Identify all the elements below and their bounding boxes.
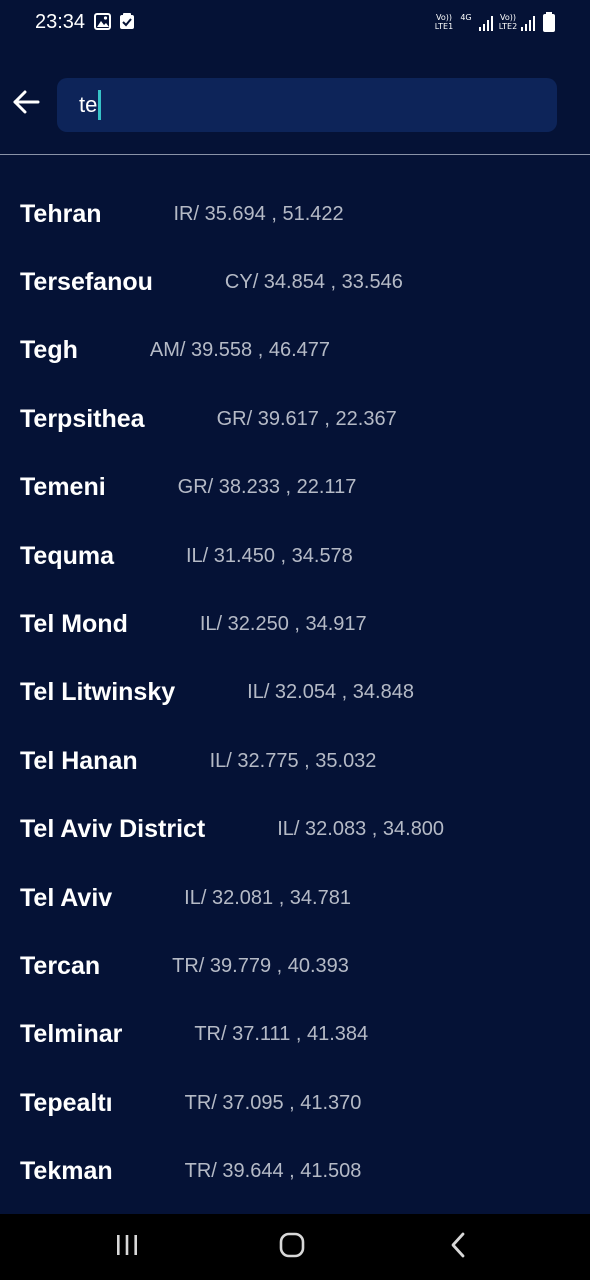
city-coordinates: IL/ 32.081 , 34.781	[184, 886, 351, 909]
city-coordinates: TR/ 39.644 , 41.508	[184, 1160, 362, 1183]
status-time: 23:34	[35, 11, 86, 33]
nav-back-button[interactable]	[418, 1214, 498, 1280]
city-name: Tel Hanan	[20, 746, 138, 775]
city-coordinates: TR/ 37.095 , 41.370	[184, 1091, 362, 1114]
back-button[interactable]	[8, 84, 44, 124]
city-name: Tersefanou	[20, 268, 153, 297]
sim2-label: Vo)) LTE2	[498, 13, 518, 31]
results-list: Tehran IR/ 35.694 , 51.422 Tersefanou CY…	[0, 180, 590, 1206]
signal-icon-sim1	[478, 14, 494, 37]
city-name: Tel Mond	[20, 610, 128, 639]
system-nav-bar	[0, 1214, 590, 1280]
city-name: Tekman	[20, 1157, 113, 1186]
city-coordinates: IL/ 32.250 , 34.917	[199, 613, 367, 636]
result-item-tekman[interactable]: Tekman TR/ 39.644 , 41.508	[0, 1137, 590, 1205]
network-type-label: 4G	[460, 13, 472, 22]
result-item-tel-aviv[interactable]: Tel Aviv IL/ 32.081 , 34.781	[0, 864, 590, 932]
signal-icon-sim2	[520, 14, 536, 37]
city-name: Tercan	[20, 951, 101, 980]
city-name: Tequma	[20, 541, 114, 570]
city-name: Terpsithea	[20, 404, 145, 433]
chevron-left-icon	[448, 1232, 468, 1263]
result-item-tercan[interactable]: Tercan TR/ 39.779 , 40.393	[0, 932, 590, 1000]
home-button[interactable]	[252, 1214, 332, 1280]
city-coordinates: IL/ 32.083 , 34.800	[277, 818, 445, 841]
result-item-tel-mond[interactable]: Tel Mond IL/ 32.250 , 34.917	[0, 590, 590, 658]
result-item-terpsithea[interactable]: Terpsithea GR/ 39.617 , 22.367	[0, 385, 590, 453]
check-notification-icon	[119, 13, 135, 35]
recent-apps-button[interactable]	[87, 1214, 167, 1280]
status-bar: 23:34 Vo)) LTE1 4G Vo)) LTE2	[0, 0, 590, 48]
city-name: Tehran	[20, 199, 102, 228]
city-coordinates: CY/ 34.854 , 33.546	[224, 271, 403, 294]
search-query-text: te	[79, 92, 98, 117]
recent-apps-icon	[114, 1233, 140, 1262]
home-icon	[278, 1231, 306, 1264]
result-item-tehran[interactable]: Tehran IR/ 35.694 , 51.422	[0, 180, 590, 248]
city-name: Tel Aviv District	[20, 815, 206, 844]
sim1-label: Vo)) LTE1	[434, 13, 454, 31]
result-item-tel-hanan[interactable]: Tel Hanan IL/ 32.775 , 35.032	[0, 727, 590, 795]
battery-icon	[543, 12, 555, 37]
city-name: Temeni	[20, 473, 106, 502]
result-item-tel-litwinsky[interactable]: Tel Litwinsky IL/ 32.054 , 34.848	[0, 659, 590, 727]
result-item-telminar[interactable]: Telminar TR/ 37.111 , 41.384	[0, 1001, 590, 1069]
search-header: te	[0, 76, 590, 136]
city-coordinates: TR/ 39.779 , 40.393	[172, 954, 349, 977]
city-coordinates: GR/ 38.233 , 22.117	[177, 476, 357, 499]
city-name: Tegh	[20, 336, 78, 365]
city-coordinates: IR/ 35.694 , 51.422	[173, 202, 344, 225]
arrow-left-icon	[12, 90, 40, 119]
city-coordinates: AM/ 39.558 , 46.477	[149, 339, 331, 362]
city-name: Tel Litwinsky	[20, 678, 176, 707]
search-box[interactable]: te	[57, 78, 557, 132]
city-coordinates: GR/ 39.617 , 22.367	[216, 407, 397, 430]
city-name: Telminar	[20, 1020, 123, 1049]
search-input[interactable]: te	[79, 78, 519, 132]
city-coordinates: IL/ 32.054 , 34.848	[247, 681, 414, 704]
city-name: Tepealtı	[20, 1088, 113, 1117]
header-divider	[0, 154, 590, 155]
city-name: Tel Aviv	[20, 883, 113, 912]
city-coordinates: IL/ 31.450 , 34.578	[186, 544, 353, 567]
result-item-tersefanou[interactable]: Tersefanou CY/ 34.854 , 33.546	[0, 248, 590, 316]
text-cursor	[98, 90, 102, 120]
gallery-notification-icon	[94, 13, 111, 35]
city-coordinates: IL/ 32.775 , 35.032	[209, 749, 377, 772]
result-item-tel-aviv-district[interactable]: Tel Aviv District IL/ 32.083 , 34.800	[0, 796, 590, 864]
result-item-tequma[interactable]: Tequma IL/ 31.450 , 34.578	[0, 522, 590, 590]
city-coordinates: TR/ 37.111 , 41.384	[194, 1023, 369, 1046]
result-item-tegh[interactable]: Tegh AM/ 39.558 , 46.477	[0, 317, 590, 385]
result-item-temeni[interactable]: Temeni GR/ 38.233 , 22.117	[0, 454, 590, 522]
result-item-tepealti[interactable]: Tepealtı TR/ 37.095 , 41.370	[0, 1069, 590, 1137]
